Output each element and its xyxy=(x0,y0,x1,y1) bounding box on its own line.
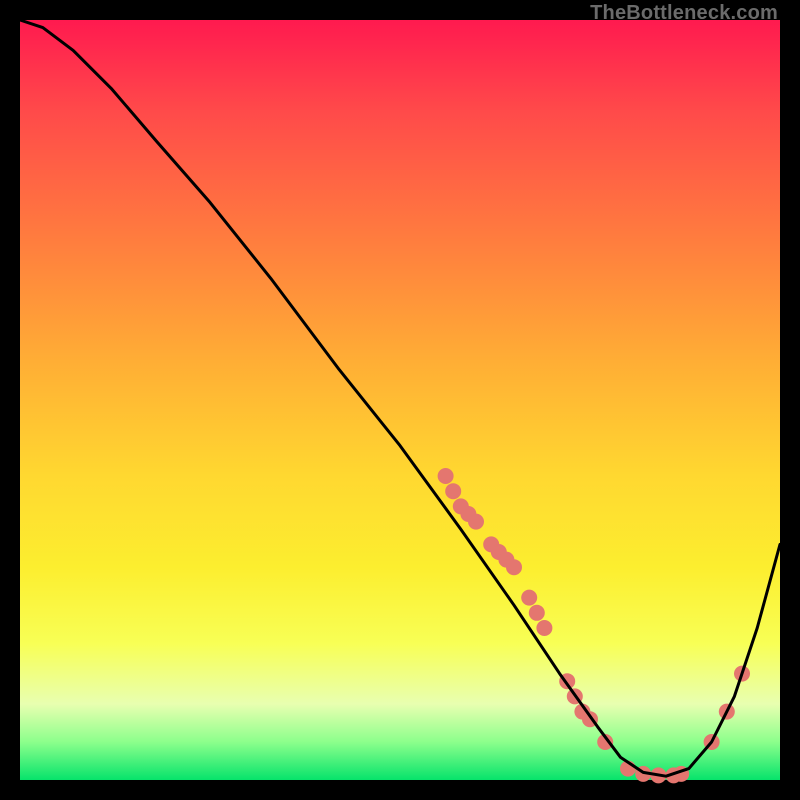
data-marker xyxy=(438,468,454,484)
data-marker xyxy=(445,483,461,499)
data-marker xyxy=(468,514,484,530)
chart-svg xyxy=(20,20,780,780)
data-marker xyxy=(536,620,552,636)
bottleneck-curve xyxy=(20,20,780,776)
chart-frame: TheBottleneck.com xyxy=(0,0,800,800)
markers-group xyxy=(438,468,750,783)
attribution-label: TheBottleneck.com xyxy=(590,2,778,25)
data-marker xyxy=(521,590,537,606)
data-marker xyxy=(506,559,522,575)
data-marker xyxy=(529,605,545,621)
